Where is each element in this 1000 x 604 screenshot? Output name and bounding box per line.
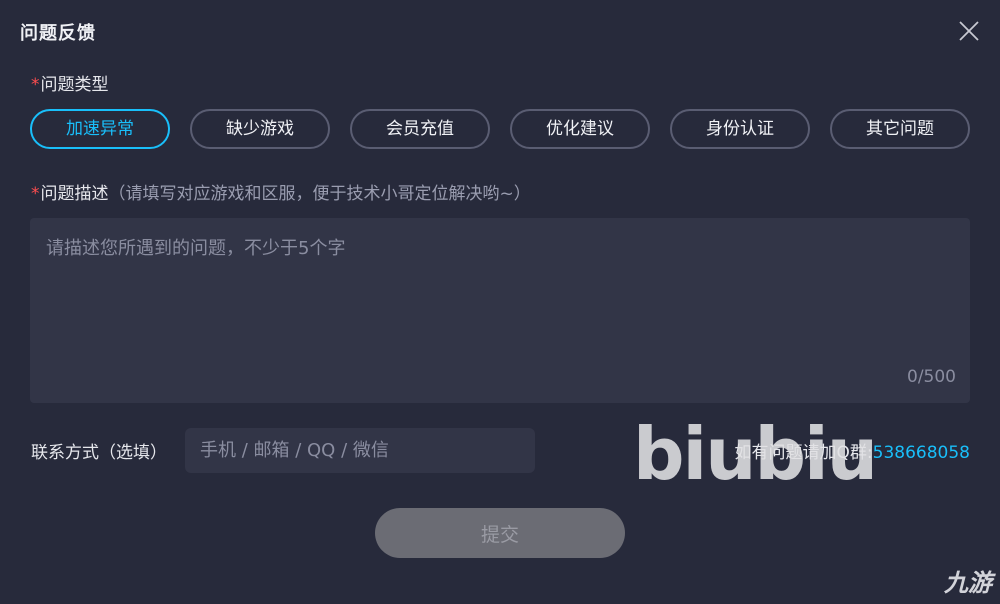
issue-type-option[interactable]: 身份认证 [670, 109, 810, 149]
qq-group-info: 如有问题请加Q群:538668058 [735, 438, 970, 463]
dialog-title: 问题反馈 [20, 23, 96, 44]
description-hint: （请填写对应游戏和区服，便于技术小哥定位解决哟~） [108, 184, 531, 204]
description-input[interactable] [30, 218, 970, 368]
close-icon [959, 21, 979, 41]
description-box: 0/500 [30, 218, 970, 403]
close-button[interactable] [956, 18, 982, 44]
qq-group-number[interactable]: 538668058 [873, 443, 970, 463]
qq-group-label: 如有问题请加Q群: [734, 443, 873, 463]
issue-type-option[interactable]: 缺少游戏 [190, 109, 330, 149]
description-label: *问题描述（请填写对应游戏和区服，便于技术小哥定位解决哟~） [31, 179, 531, 204]
issue-type-label-text: 问题类型 [40, 75, 109, 95]
issue-type-option[interactable]: 优化建议 [510, 109, 650, 149]
required-mark: * [31, 184, 40, 204]
issue-type-options: 加速异常 缺少游戏 会员充值 优化建议 身份认证 其它问题 [30, 109, 970, 149]
required-mark: * [31, 75, 40, 95]
char-counter: 0/500 [907, 367, 956, 387]
issue-type-option[interactable]: 加速异常 [30, 109, 170, 149]
issue-type-option[interactable]: 会员充值 [350, 109, 490, 149]
submit-button[interactable]: 提交 [375, 508, 625, 558]
issue-type-label: *问题类型 [31, 70, 109, 95]
feedback-dialog: 问题反馈 *问题类型 加速异常 缺少游戏 会员充值 优化建议 身份认证 其它问题… [0, 0, 1000, 604]
contact-label: 联系方式（选填） [31, 443, 167, 463]
description-label-text: 问题描述 [40, 184, 109, 204]
contact-input[interactable] [185, 428, 535, 473]
issue-type-option[interactable]: 其它问题 [830, 109, 970, 149]
jiuyou-logo: 九游 [944, 569, 992, 597]
